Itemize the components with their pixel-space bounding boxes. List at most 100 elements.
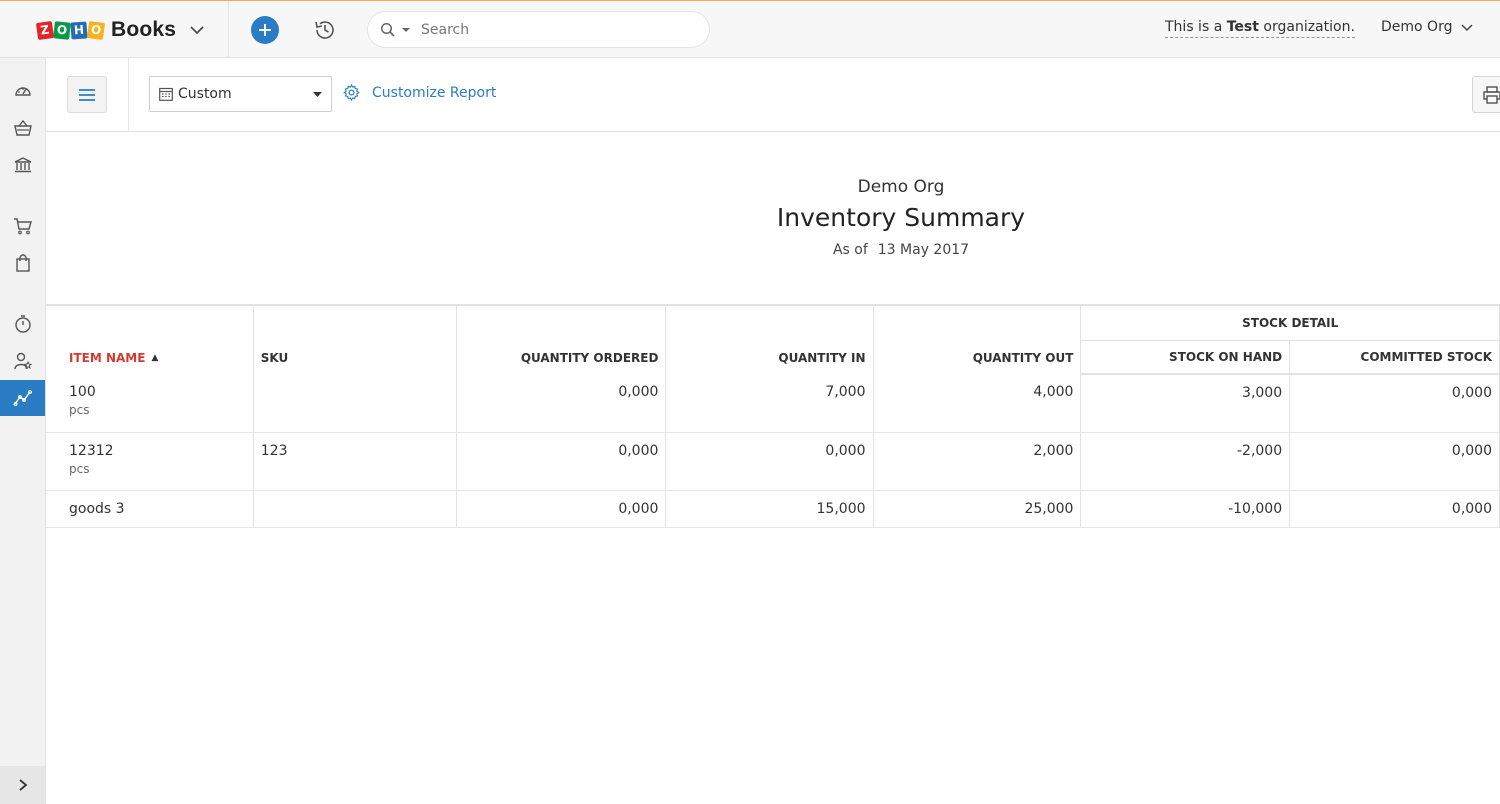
report-as-of: As of 13 May 2017 (46, 242, 1500, 258)
cell-item-name: goods 3 (46, 490, 254, 528)
calendar-icon (159, 87, 173, 101)
customize-report-link[interactable]: Customize Report (343, 84, 496, 101)
cell-quantity-in: 15,000 (665, 490, 874, 528)
dashboard-icon (14, 87, 31, 96)
as-of-date: 13 May 2017 (877, 242, 970, 258)
print-button[interactable] (1472, 76, 1500, 113)
plus-icon (259, 24, 271, 36)
sales-cart-icon (13, 218, 32, 235)
customize-report-label: Customize Report (372, 84, 497, 101)
cell-sku (253, 490, 458, 528)
org-name: Demo Org (1381, 19, 1453, 35)
expand-sidebar-button[interactable] (0, 766, 45, 804)
cell-sku: 123 (253, 432, 458, 491)
top-bar: Z O H O Books This is a Test organizatio… (0, 0, 1500, 58)
column-label: SKU (260, 351, 289, 365)
report-title: Inventory Summary (776, 203, 1026, 232)
table-row: 100 pcs 0,000 7,000 4,000 3,000 0,000 (46, 374, 1500, 433)
test-org-bold: Test (1226, 19, 1259, 35)
cell-committed-stock: 0,000 (1289, 432, 1500, 491)
report-period-select[interactable]: Custom (149, 76, 332, 112)
search-input[interactable] (421, 21, 661, 38)
test-org-prefix: This is a (1165, 19, 1227, 35)
chevron-right-icon (18, 779, 27, 791)
test-org-notice[interactable]: This is a Test organization. (1165, 19, 1355, 38)
item-unit: pcs (69, 461, 90, 476)
cell-committed-stock: 0,000 (1289, 490, 1500, 528)
hamburger-icon (79, 88, 95, 101)
item-unit: pcs (69, 403, 90, 417)
column-header-committed-stock[interactable]: COMMITTED STOCK (1289, 340, 1500, 375)
cell-stock-on-hand: -2,000 (1080, 432, 1291, 491)
as-of-label: As of (832, 242, 868, 258)
nav-dashboard[interactable] (0, 73, 45, 109)
zoho-logo: Z O H O (35, 20, 106, 40)
printer-icon (1483, 85, 1500, 104)
chevron-down-icon (1461, 24, 1473, 32)
logo-letter: O (86, 20, 106, 40)
cell-stock-on-hand: 3,000 (1080, 374, 1291, 433)
nav-purchases[interactable] (0, 245, 45, 281)
reports-icon (13, 390, 32, 406)
inventory-summary-table: ITEM NAME ▲ SKU QUANTITY ORDERED QUANTITY… (46, 304, 1500, 528)
item-name: 100 (69, 384, 96, 400)
report-header: Demo Org Inventory Summary As of 13 May 2… (46, 132, 1500, 304)
recent-history-icon[interactable] (312, 17, 338, 43)
cell-quantity-out: 2,000 (873, 432, 1082, 491)
time-tracking-icon (14, 315, 31, 333)
column-group-label: STOCK DETAIL (1242, 315, 1339, 330)
nav-banking[interactable] (0, 147, 45, 183)
period-value: Custom (178, 86, 232, 102)
item-name: 12312 (69, 442, 114, 459)
left-nav-rail (0, 58, 46, 804)
cell-sku (253, 374, 458, 433)
cell-quantity-ordered: 0,000 (456, 374, 667, 433)
org-switcher[interactable]: Demo Org (1381, 19, 1474, 35)
column-label: QUANTITY OUT (972, 351, 1074, 365)
item-name: goods 3 (69, 500, 125, 517)
sort-ascending-icon: ▲ (151, 353, 159, 363)
quick-create-button[interactable] (251, 16, 279, 44)
product-name: Books (111, 18, 177, 41)
column-header-item-name[interactable]: ITEM NAME ▲ (46, 306, 254, 374)
table-row: 12312 pcs 123 0,000 0,000 2,000 -2,000 0,… (46, 432, 1500, 491)
column-label: QUANTITY IN (778, 351, 866, 365)
nav-reports[interactable] (0, 380, 45, 416)
test-org-suffix: organization. (1258, 19, 1355, 35)
reports-menu-button[interactable] (67, 76, 107, 113)
nav-sales[interactable] (0, 208, 45, 244)
column-label: STOCK ON HAND (1169, 349, 1283, 364)
accountant-icon (13, 352, 32, 370)
items-basket-icon (13, 119, 32, 136)
search-icon (380, 22, 395, 37)
global-search[interactable] (367, 11, 710, 48)
column-header-quantity-out[interactable]: QUANTITY OUT (873, 306, 1082, 374)
nav-accountant[interactable] (0, 343, 45, 379)
cell-item-name: 12312 pcs (46, 432, 254, 491)
cell-quantity-in: 0,000 (665, 432, 874, 491)
column-header-quantity-in[interactable]: QUANTITY IN (665, 306, 874, 374)
caret-down-icon (313, 92, 322, 97)
chevron-down-icon (190, 26, 204, 35)
cell-quantity-out: 25,000 (873, 490, 1082, 528)
table-row: goods 3 0,000 15,000 25,000 -10,000 0,00… (46, 490, 1500, 528)
report-org-name: Demo Org (857, 177, 945, 197)
cell-quantity-ordered: 0,000 (456, 490, 667, 528)
search-filter-caret-icon[interactable] (401, 25, 411, 35)
cell-quantity-out: 4,000 (873, 374, 1082, 433)
app-switcher[interactable]: Z O H O Books (35, 17, 206, 43)
column-label: COMMITTED STOCK (1360, 349, 1492, 364)
nav-items[interactable] (0, 110, 45, 146)
cell-quantity-ordered: 0,000 (456, 432, 667, 491)
column-header-stock-on-hand[interactable]: STOCK ON HAND (1080, 340, 1291, 375)
banking-icon (14, 157, 31, 173)
column-header-sku[interactable]: SKU (253, 306, 458, 374)
nav-time-tracking[interactable] (0, 306, 45, 342)
column-header-quantity-ordered[interactable]: QUANTITY ORDERED (456, 306, 667, 374)
gear-icon (343, 84, 360, 101)
divider (128, 58, 129, 132)
cell-item-name: 100 pcs (46, 374, 254, 433)
divider (228, 1, 229, 58)
report-toolbar: Custom Customize Report (46, 58, 1500, 132)
column-group-stock-detail: STOCK DETAIL (1080, 306, 1500, 341)
